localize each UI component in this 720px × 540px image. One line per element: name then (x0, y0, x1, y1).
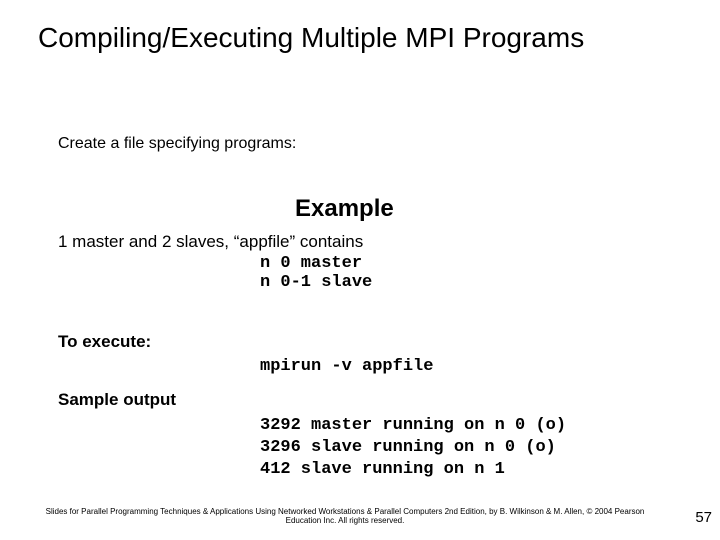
example-heading: Example (295, 195, 394, 223)
appfile-content: n 0 master n 0-1 slave (260, 254, 372, 292)
sample-output: 3292 master running on n 0 (o) 3296 slav… (260, 415, 566, 481)
slide-title: Compiling/Executing Multiple MPI Program… (38, 22, 690, 54)
page-number: 57 (695, 509, 712, 526)
execute-label: To execute: (58, 332, 151, 352)
sample-output-label: Sample output (58, 390, 176, 410)
intro-text: Create a file specifying programs: (58, 135, 296, 153)
execute-command: mpirun -v appfile (260, 357, 433, 376)
slide: Compiling/Executing Multiple MPI Program… (0, 0, 720, 540)
example-description: 1 master and 2 slaves, “appfile” contain… (58, 232, 363, 252)
footer-citation: Slides for Parallel Programming Techniqu… (40, 507, 650, 526)
